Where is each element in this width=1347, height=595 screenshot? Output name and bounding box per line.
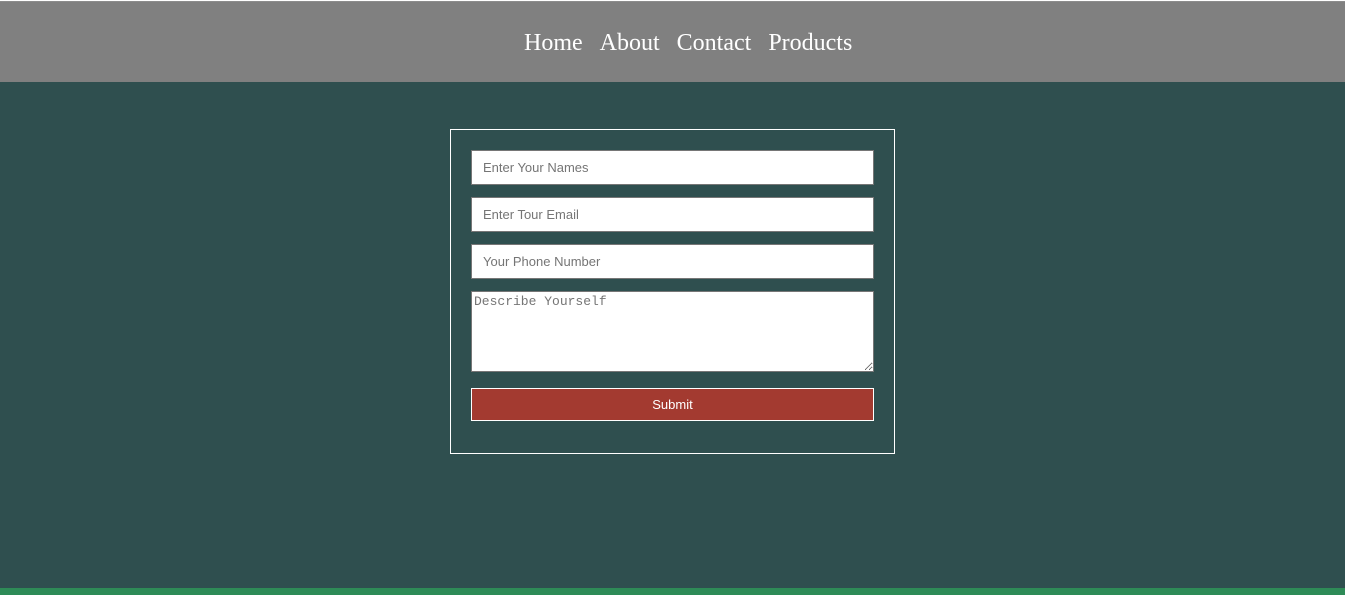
page: Home About Contact Products Submit [0,0,1347,595]
describe-yourself-textarea[interactable] [471,291,874,372]
nav-link-products[interactable]: Products [768,27,852,59]
submit-button[interactable]: Submit [471,388,874,421]
top-navigation: Home About Contact Products [0,1,1345,82]
footer-strip [0,588,1345,595]
nav-links: Home About Contact Products [524,27,852,59]
nav-link-about[interactable]: About [600,27,660,59]
nav-link-home[interactable]: Home [524,27,583,59]
name-input[interactable] [471,150,874,185]
nav-link-contact[interactable]: Contact [677,27,752,59]
phone-input[interactable] [471,244,874,279]
email-input[interactable] [471,197,874,232]
